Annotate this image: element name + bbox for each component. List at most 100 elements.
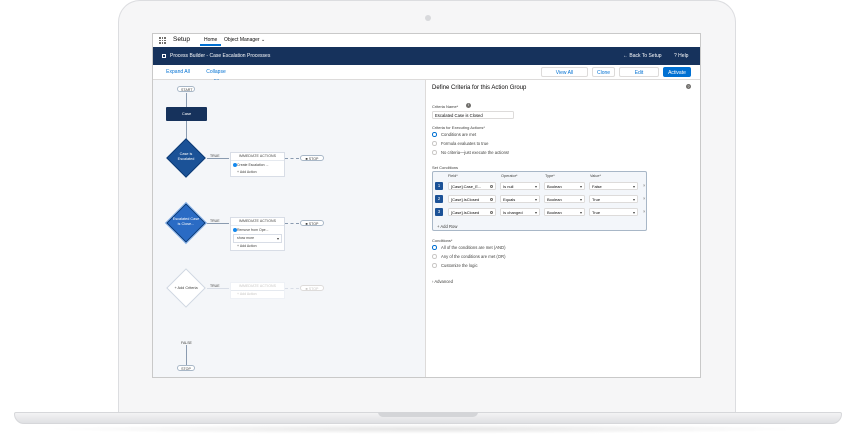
expand-all-button[interactable]: Expand All: [162, 67, 194, 77]
conditions-label-text: Conditions: [432, 238, 451, 243]
field-picker[interactable]: [Case].IsClosed: [448, 208, 496, 216]
value-select[interactable]: True ▾: [589, 195, 638, 203]
column-operator: Operator*: [501, 174, 517, 178]
chevron-down-icon: ▾: [632, 184, 635, 189]
stop-pill: ■ STOP: [300, 220, 324, 226]
type-select[interactable]: Boolean ▾: [544, 195, 585, 203]
radio-custom-logic[interactable]: [432, 263, 437, 268]
process-canvas: START Case Case is Escalated TRUE FALSE …: [153, 80, 426, 377]
app-launcher-icon[interactable]: [159, 37, 166, 44]
process-title: Process Builder - Case Escalation Proces…: [170, 53, 271, 59]
stop-pill: ■ STOP: [300, 155, 324, 161]
info-icon[interactable]: i: [466, 103, 471, 108]
edit-properties-button[interactable]: Edit Properties: [619, 67, 659, 86]
stop-icon: ■: [305, 222, 308, 226]
type-select[interactable]: Boolean ▾: [544, 182, 585, 190]
operator-select[interactable]: Is changed ▾: [500, 208, 540, 216]
value-select[interactable]: False ▾: [589, 182, 638, 190]
clone-button[interactable]: Clone: [592, 67, 615, 77]
add-criteria-text: Add Criteria: [177, 286, 198, 290]
connector: [285, 158, 299, 159]
field-picker[interactable]: [Case].IsClosed: [448, 195, 496, 203]
add-action-link[interactable]: + Add Action: [231, 169, 284, 176]
operator-select-value: Is changed: [503, 210, 523, 215]
required-marker: *: [515, 174, 518, 178]
operator-select[interactable]: Is null ▾: [500, 182, 540, 190]
show-more-select[interactable]: show more ▾: [233, 234, 282, 243]
back-to-setup-link[interactable]: ← Back To Setup: [623, 53, 662, 59]
object-node[interactable]: Case: [166, 107, 207, 121]
operator-select-value: Is null: [503, 184, 514, 189]
criteria-name-input[interactable]: Escalated Case is Closed: [432, 111, 514, 119]
stop-label: STOP: [308, 157, 319, 161]
collapse-all-button[interactable]: Collapse All: [199, 67, 233, 85]
panel-title: Define Criteria for this Action Group: [432, 85, 527, 91]
radio-any-or[interactable]: [432, 254, 437, 259]
delete-row-icon[interactable]: ×: [643, 183, 645, 188]
field-picker[interactable]: [Case].Case_E...: [448, 182, 496, 190]
value-select-value: True: [592, 197, 601, 202]
radio-all-and[interactable]: [432, 245, 437, 250]
type-select-value: Boolean: [547, 197, 562, 202]
tab-object-manager[interactable]: Object Manager ⌄: [220, 34, 269, 46]
column-value: Value*: [590, 174, 601, 178]
conditions-label: Conditions*: [432, 238, 452, 243]
global-topbar: Setup Home Object Manager ⌄: [153, 34, 700, 48]
add-action-link[interactable]: + Add Action: [231, 291, 284, 298]
add-row-link[interactable]: + Add Row: [437, 224, 457, 229]
activate-button[interactable]: Activate: [663, 67, 691, 77]
search-icon: [490, 211, 493, 214]
criteria-name-label: Criteria Name*: [432, 104, 458, 109]
delete-row-icon[interactable]: ×: [643, 209, 645, 214]
action-icon: [232, 228, 237, 232]
help-icon[interactable]: ?: [686, 84, 691, 89]
action-group-2[interactable]: IMMEDIATE ACTIONS Remove from Ope... sho…: [230, 217, 285, 251]
builder-toolbar: Expand All Collapse All View All Process…: [153, 65, 700, 86]
radio-custom-logic-label: Customize the logic: [441, 263, 478, 268]
action-group-3[interactable]: IMMEDIATE ACTIONS + Add Action: [230, 282, 285, 299]
stop-icon: ■: [305, 157, 308, 161]
connector: [207, 288, 229, 289]
radio-conditions-met-label: Conditions are met: [441, 132, 477, 137]
column-type: Type*: [545, 174, 555, 178]
action-group-header: IMMEDIATE ACTIONS: [231, 218, 284, 226]
criteria-node-1-label: Case is Escalated: [177, 152, 195, 161]
view-all-processes-button[interactable]: View All Processes: [541, 67, 588, 86]
add-action-link[interactable]: + Add Action: [231, 243, 284, 250]
chevron-down-icon: ▾: [632, 197, 635, 202]
chevron-down-icon: ▾: [579, 184, 582, 189]
help-link[interactable]: ? Help: [674, 53, 688, 59]
search-icon: [490, 185, 493, 188]
radio-no-criteria[interactable]: [432, 150, 437, 155]
app-screen: Setup Home Object Manager ⌄ Process Buil…: [152, 33, 701, 378]
show-more-label: show more: [237, 236, 255, 240]
advanced-toggle[interactable]: › Advanced: [432, 279, 453, 284]
action-item-label: Remove from Ope...: [237, 228, 269, 232]
connector: [186, 345, 187, 365]
stop-label: STOP: [308, 222, 319, 226]
operator-select[interactable]: Equals ▾: [500, 195, 540, 203]
connector: [285, 223, 299, 224]
tab-home[interactable]: Home: [200, 34, 222, 46]
value-select[interactable]: True ▾: [589, 208, 638, 216]
criteria-for-label-text: Criteria for Executing Actions: [432, 125, 484, 130]
radio-conditions-met[interactable]: [432, 132, 437, 137]
action-item[interactable]: Create Escalation ...: [231, 161, 284, 169]
camera-dot: [425, 15, 431, 21]
action-item[interactable]: Remove from Ope...: [231, 226, 284, 234]
value-select-value: False: [592, 184, 602, 189]
connector: [285, 288, 299, 289]
action-group-1[interactable]: IMMEDIATE ACTIONS Create Escalation ... …: [230, 152, 285, 177]
chevron-down-icon: ⌄: [260, 37, 266, 43]
tab-object-manager-label: Object Manager: [224, 37, 260, 43]
add-criteria-label: + Add Criteria: [174, 286, 198, 290]
set-conditions-label: Set Conditions: [432, 165, 459, 170]
radio-formula[interactable]: [432, 141, 437, 146]
value-select-value: True: [592, 210, 601, 215]
type-select[interactable]: Boolean ▾: [544, 208, 585, 216]
row-number: 3: [435, 208, 443, 216]
delete-row-icon[interactable]: ×: [643, 196, 645, 201]
type-select-value: Boolean: [547, 184, 562, 189]
search-icon: [490, 198, 493, 201]
laptop-shadow: [40, 424, 816, 434]
